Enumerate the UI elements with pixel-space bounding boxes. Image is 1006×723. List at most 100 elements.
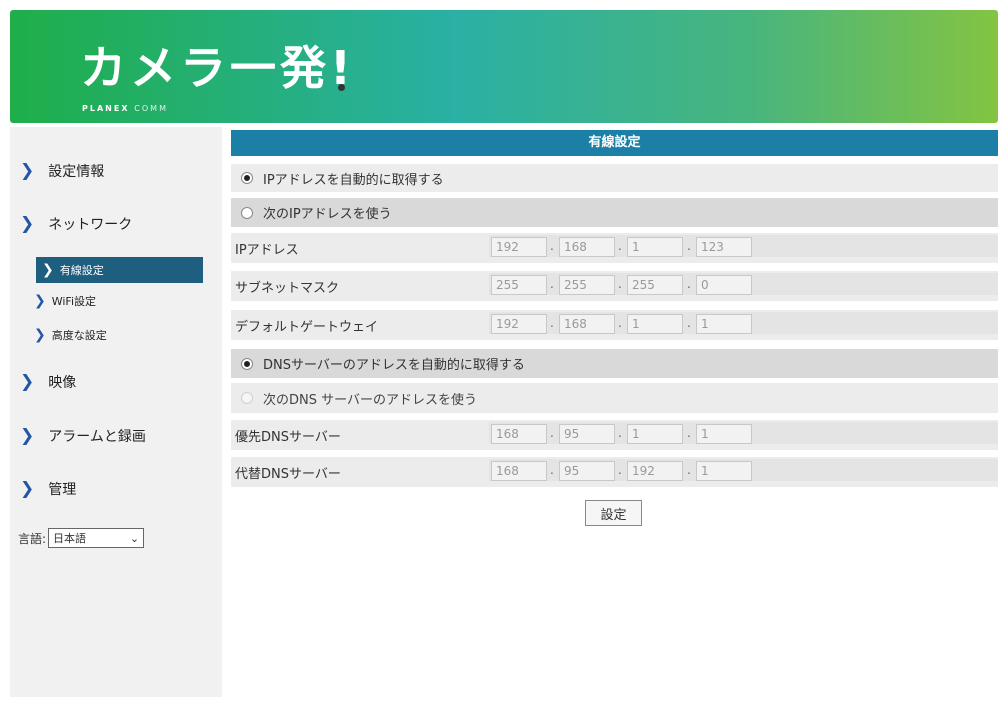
language-selector: 言語: 日本語 ⌄: [18, 528, 145, 548]
ip-address-label: IPアドレス: [235, 242, 299, 258]
octet-separator: .: [687, 277, 691, 291]
logo-dot-icon: [338, 84, 345, 91]
dns-auto-label: DNSサーバーのアドレスを自動的に取得する: [263, 358, 525, 373]
dns1-octet-2[interactable]: 95: [559, 424, 615, 444]
ip-address-field-group: 192 . 168 . 1 . 123: [489, 235, 998, 257]
gateway-octet-4[interactable]: 1: [696, 314, 752, 334]
dns-auto-row: DNSサーバーのアドレスを自動的に取得する: [231, 349, 998, 378]
octet-separator: .: [618, 316, 622, 330]
chevron-right-icon: ❯: [20, 372, 35, 392]
subnet-field-group: 255 . 255 . 255 . 0: [489, 273, 998, 295]
subnet-octet-3[interactable]: 255: [627, 275, 683, 295]
octet-separator: .: [687, 426, 691, 440]
sidebar-subitem-advanced[interactable]: ❯ 高度な設定: [34, 327, 107, 343]
dns2-octet-4[interactable]: 1: [696, 461, 752, 481]
dns2-octet-2[interactable]: 95: [559, 461, 615, 481]
sidebar-item-video[interactable]: ❯ 映像: [20, 372, 76, 392]
chevron-right-icon: ❯: [20, 479, 35, 499]
octet-separator: .: [550, 426, 554, 440]
chevron-right-icon: ❯: [20, 161, 35, 181]
ip-octet-4[interactable]: 123: [696, 237, 752, 257]
header-banner: カメラ一発! PLANEX COMM: [10, 10, 998, 123]
chevron-right-icon: ❯: [20, 426, 35, 446]
ip-address-row: IPアドレス 192 . 168 . 1 . 123: [231, 233, 998, 263]
gateway-field-group: 192 . 168 . 1 . 1: [489, 312, 998, 334]
gateway-label: デフォルトゲートウェイ: [235, 319, 379, 335]
dns2-field-group: 168 . 95 . 192 . 1: [489, 459, 998, 481]
dns2-octet-1[interactable]: 168: [491, 461, 547, 481]
octet-separator: .: [618, 239, 622, 253]
dns2-octet-3[interactable]: 192: [627, 461, 683, 481]
brand-name: PLANEX: [82, 104, 130, 113]
sidebar-subitem-label: 有線設定: [59, 264, 104, 277]
dns1-octet-1[interactable]: 168: [491, 424, 547, 444]
language-value: 日本語: [53, 532, 87, 545]
gateway-row: デフォルトゲートウェイ 192 . 168 . 1 . 1: [231, 310, 998, 340]
dns-manual-radio[interactable]: [241, 392, 253, 404]
chevron-right-icon: ❯: [34, 293, 46, 309]
sidebar-item-label: 設定情報: [48, 164, 105, 180]
auto-ip-radio[interactable]: [241, 172, 253, 184]
chevron-right-icon: ❯: [20, 214, 35, 234]
sidebar-item-label: 管理: [48, 482, 77, 498]
brand-suffix: COMM: [134, 104, 168, 113]
sidebar-item-network[interactable]: ❯ ネットワーク: [20, 214, 132, 234]
octet-separator: .: [687, 463, 691, 477]
subnet-octet-2[interactable]: 255: [559, 275, 615, 295]
ip-octet-1[interactable]: 192: [491, 237, 547, 257]
dns1-octet-4[interactable]: 1: [696, 424, 752, 444]
subnet-octet-4[interactable]: 0: [696, 275, 752, 295]
subnet-octet-1[interactable]: 255: [491, 275, 547, 295]
sidebar-item-alarm-recording[interactable]: ❯ アラームと録画: [20, 426, 146, 446]
gateway-octet-2[interactable]: 168: [559, 314, 615, 334]
sidebar-item-label: アラームと録画: [48, 429, 146, 445]
logo-title: カメラ一発!: [80, 32, 355, 98]
chevron-down-icon: ⌄: [129, 531, 140, 545]
octet-separator: .: [618, 277, 622, 291]
chevron-right-icon: ❯: [34, 327, 46, 343]
auto-ip-label: IPアドレスを自動的に取得する: [263, 172, 444, 188]
octet-separator: .: [550, 277, 554, 291]
octet-separator: .: [687, 316, 691, 330]
gateway-octet-1[interactable]: 192: [491, 314, 547, 334]
octet-separator: .: [618, 463, 622, 477]
language-label: 言語:: [18, 531, 47, 546]
subnet-row: サブネットマスク 255 . 255 . 255 . 0: [231, 271, 998, 301]
dns-manual-row: 次のDNS サーバーのアドレスを使う: [231, 383, 998, 413]
sidebar-item-settings-info[interactable]: ❯ 設定情報: [20, 161, 104, 181]
sidebar-subitem-wired[interactable]: ❯ 有線設定: [36, 257, 203, 283]
manual-ip-label: 次のIPアドレスを使う: [263, 207, 392, 222]
dns1-label: 優先DNSサーバー: [235, 429, 341, 445]
chevron-right-icon: ❯: [42, 262, 54, 278]
octet-separator: .: [618, 426, 622, 440]
auto-ip-row: IPアドレスを自動的に取得する: [231, 164, 998, 192]
dns-manual-label: 次のDNS サーバーのアドレスを使う: [263, 392, 477, 408]
gateway-octet-3[interactable]: 1: [627, 314, 683, 334]
sidebar-item-label: ネットワーク: [48, 217, 133, 233]
dns1-field-group: 168 . 95 . 1 . 1: [489, 422, 998, 444]
octet-separator: .: [550, 239, 554, 253]
panel-title: 有線設定: [231, 130, 998, 156]
octet-separator: .: [687, 239, 691, 253]
sidebar-subitem-wifi[interactable]: ❯ WiFi設定: [34, 293, 96, 309]
dns2-row: 代替DNSサーバー 168 . 95 . 192 . 1: [231, 457, 998, 487]
subnet-label: サブネットマスク: [235, 280, 340, 296]
ip-octet-2[interactable]: 168: [559, 237, 615, 257]
manual-ip-row: 次のIPアドレスを使う: [231, 198, 998, 227]
submit-button[interactable]: 設定: [585, 500, 642, 526]
ip-octet-3[interactable]: 1: [627, 237, 683, 257]
manual-ip-radio[interactable]: [241, 206, 253, 219]
sidebar-item-management[interactable]: ❯ 管理: [20, 479, 76, 499]
language-select[interactable]: 日本語 ⌄: [48, 528, 145, 548]
dns1-octet-3[interactable]: 1: [627, 424, 683, 444]
dns-auto-radio[interactable]: [241, 357, 253, 370]
octet-separator: .: [550, 463, 554, 477]
sidebar: ❯ 設定情報 ❯ ネットワーク ❯ 有線設定 ❯ WiFi設定 ❯ 高度な設定 …: [10, 127, 222, 697]
dns2-label: 代替DNSサーバー: [235, 466, 341, 482]
sidebar-item-label: 映像: [48, 375, 77, 391]
brand-logo: PLANEX COMM: [82, 104, 168, 113]
octet-separator: .: [550, 316, 554, 330]
sidebar-subitem-label: 高度な設定: [51, 329, 107, 342]
dns1-row: 優先DNSサーバー 168 . 95 . 1 . 1: [231, 420, 998, 450]
sidebar-subitem-label: WiFi設定: [51, 295, 97, 308]
